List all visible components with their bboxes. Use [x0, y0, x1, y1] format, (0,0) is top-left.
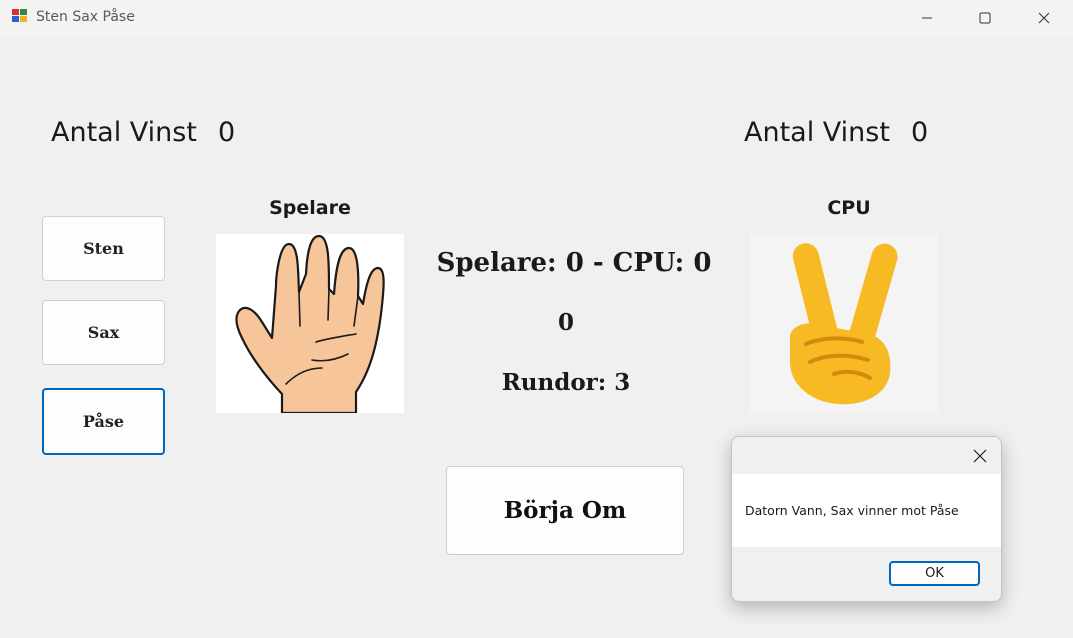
cpu-wins-value: 0: [911, 117, 929, 148]
dialog-message: Datorn Vann, Sax vinner mot Påse: [745, 503, 959, 518]
draw-count: 0: [557, 309, 574, 336]
dialog-body: Datorn Vann, Sax vinner mot Påse: [732, 474, 1001, 547]
window-title: Sten Sax Påse: [36, 9, 135, 25]
dialog-title-bar: [732, 437, 1001, 474]
maximize-button[interactable]: [956, 0, 1014, 36]
restart-button[interactable]: Börja Om: [446, 466, 684, 555]
cpu-hand-image: [750, 234, 938, 413]
player-heading: Spelare: [269, 197, 351, 219]
paper-button[interactable]: Påse: [42, 388, 165, 455]
rock-button[interactable]: Sten: [42, 216, 165, 281]
cpu-heading: CPU: [827, 197, 871, 219]
player-hand-image: [216, 234, 404, 415]
close-icon: [973, 449, 987, 463]
minimize-button[interactable]: [898, 0, 956, 36]
app-icon: [12, 9, 29, 25]
close-button[interactable]: [1015, 0, 1073, 36]
open-hand-icon: [235, 234, 385, 415]
message-dialog: Datorn Vann, Sax vinner mot Påse OK: [731, 436, 1002, 602]
player-wins-label: Antal Vinst: [51, 117, 197, 148]
victory-hand-icon: [790, 243, 898, 405]
scissors-button[interactable]: Sax: [42, 300, 165, 365]
player-wins-value: 0: [218, 117, 236, 148]
score-text: Spelare: 0 - CPU: 0: [436, 248, 712, 278]
maximize-icon: [979, 12, 991, 24]
title-bar: Sten Sax Påse: [0, 0, 1073, 38]
rounds-text: Rundor: 3: [501, 369, 631, 396]
dialog-ok-button[interactable]: OK: [889, 561, 980, 586]
cpu-wins-label: Antal Vinst: [744, 117, 890, 148]
minimize-icon: [922, 17, 932, 19]
close-icon: [1038, 12, 1050, 24]
dialog-close-button[interactable]: [965, 441, 995, 471]
